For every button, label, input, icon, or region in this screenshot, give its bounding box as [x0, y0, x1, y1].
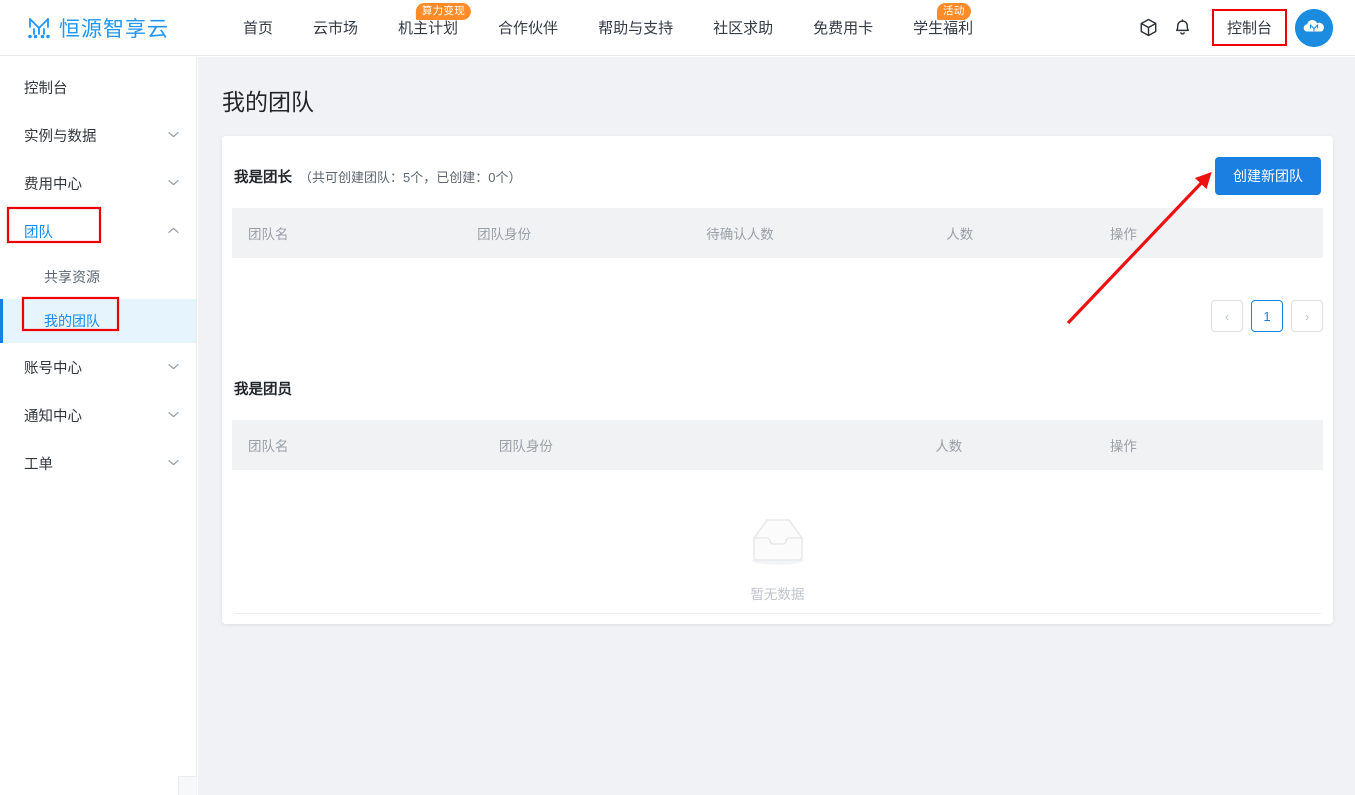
nav-item-host-plan[interactable]: 算力变现 机主计划: [378, 0, 478, 56]
nav-label: 云市场: [313, 20, 359, 37]
sidebar-item-account-center[interactable]: 账号中心: [0, 343, 196, 391]
page-title: 我的团队: [222, 89, 314, 115]
leader-section-header: 我是团长 （共可创建团队：5个，已创建：0个） 创建新团队: [232, 157, 1323, 195]
nav-label: 免费用卡: [813, 20, 874, 37]
leader-section-title: 我是团长: [234, 169, 292, 186]
nav-label: 帮助与支持: [598, 20, 674, 37]
member-section-header: 我是团员: [232, 370, 1323, 406]
main-navigation: 首页 云市场 算力变现 机主计划 合作伙伴 帮助与支持 社区求助 免费用卡 活动…: [223, 0, 993, 56]
sidebar-item-label: 团队: [24, 224, 53, 241]
sidebar-item-shared-resources[interactable]: 共享资源: [0, 255, 196, 299]
chevron-down-icon: [168, 130, 179, 141]
nav-item-help-support[interactable]: 帮助与支持: [578, 0, 693, 56]
sidebar-item-my-team[interactable]: 我的团队: [0, 299, 196, 343]
chevron-down-icon: [168, 178, 179, 189]
column-actions: 操作: [1093, 208, 1323, 258]
chevron-down-icon: [168, 410, 179, 421]
leader-team-table: 团队名 团队身份 待确认人数 人数 操作: [232, 208, 1323, 286]
create-team-button[interactable]: 创建新团队: [1215, 157, 1321, 195]
member-empty-cell: 暂无数据: [232, 470, 1323, 603]
cloud-avatar-icon: [1295, 8, 1333, 47]
cube-icon[interactable]: [1132, 11, 1166, 45]
sidebar-item-console[interactable]: 控制台: [0, 63, 196, 111]
avatar[interactable]: [1295, 8, 1333, 47]
nav-item-student-benefits[interactable]: 活动 学生福利: [893, 0, 993, 56]
main-content: 我的团队 我是团长 （共可创建团队：5个，已创建：0个） 创建新团队 团队名 团…: [198, 57, 1355, 795]
chevron-down-icon: [168, 458, 179, 469]
pagination-next-button[interactable]: ›: [1291, 300, 1323, 332]
table-empty-row: [232, 258, 1323, 286]
top-header: 恒源智享云 首页 云市场 算力变现 机主计划 合作伙伴 帮助与支持 社区求助 免…: [0, 0, 1355, 56]
sidebar-item-notification-center[interactable]: 通知中心: [0, 391, 196, 439]
nav-label: 学生福利: [913, 20, 974, 37]
sidebar-item-tickets[interactable]: 工单: [0, 439, 196, 487]
logo-mark-icon: [26, 15, 52, 41]
sidebar-item-label: 费用中心: [24, 176, 82, 193]
nav-item-partners[interactable]: 合作伙伴: [478, 0, 578, 56]
empty-box-icon: [744, 512, 812, 575]
nav-item-community-help[interactable]: 社区求助: [693, 0, 793, 56]
member-table-body: 暂无数据: [232, 470, 1323, 603]
column-team-role: 团队身份: [461, 208, 691, 258]
pagination-page-1[interactable]: 1: [1251, 300, 1283, 332]
sidebar-item-label: 共享资源: [44, 269, 100, 285]
column-team-name: 团队名: [232, 420, 483, 470]
sidebar-item-instances-data[interactable]: 实例与数据: [0, 111, 196, 159]
nav-item-cloud-market[interactable]: 云市场: [293, 0, 378, 56]
nav-badge-host-plan: 算力变现: [415, 2, 472, 20]
column-actions: 操作: [1093, 420, 1323, 470]
sidebar-item-label: 通知中心: [24, 408, 82, 425]
nav-label: 社区求助: [713, 20, 774, 37]
brand-name: 恒源智享云: [59, 17, 169, 41]
member-section-title: 我是团员: [234, 381, 292, 398]
chevron-up-icon: [168, 226, 179, 237]
column-member-count: 人数: [930, 208, 1094, 258]
sidebar-scroll-corner: [178, 776, 197, 795]
nav-item-home[interactable]: 首页: [223, 0, 293, 56]
table-header-row: 团队名 团队身份 人数 操作: [232, 420, 1323, 470]
sidebar-item-label: 工单: [24, 456, 53, 473]
table-empty-cell: [232, 258, 1323, 286]
column-team-name: 团队名: [232, 208, 462, 258]
leader-table-body: [232, 258, 1323, 286]
column-team-role: 团队身份: [482, 420, 920, 470]
leader-table-head: 团队名 团队身份 待确认人数 人数 操作: [232, 208, 1323, 258]
console-button[interactable]: 控制台: [1211, 9, 1288, 46]
sidebar-item-label: 控制台: [24, 80, 68, 97]
empty-state-text: 暂无数据: [750, 587, 805, 602]
empty-state: 暂无数据: [232, 470, 1323, 603]
leader-pagination: ‹ 1 ›: [232, 286, 1323, 332]
nav-label: 机主计划: [398, 20, 459, 37]
sidebar-item-billing-center[interactable]: 费用中心: [0, 159, 196, 207]
member-team-table: 团队名 团队身份 人数 操作 暂无数据: [232, 420, 1323, 603]
sidebar: 控制台 实例与数据 费用中心 团队 共享资源 我的团队 账号中心 通知中心 工单: [0, 57, 197, 795]
brand-logo[interactable]: 恒源智享云: [26, 13, 201, 43]
card-bottom-divider: [234, 613, 1321, 614]
nav-label: 首页: [243, 20, 274, 37]
sidebar-item-label: 我的团队: [44, 313, 100, 329]
chevron-down-icon: [168, 362, 179, 373]
team-card: 我是团长 （共可创建团队：5个，已创建：0个） 创建新团队 团队名 团队身份 待…: [222, 136, 1333, 624]
sidebar-item-team[interactable]: 团队: [0, 207, 196, 255]
sidebar-item-label: 实例与数据: [24, 128, 97, 145]
pagination-prev-button[interactable]: ‹: [1211, 300, 1243, 332]
column-member-count: 人数: [919, 420, 1094, 470]
column-pending-count: 待确认人数: [690, 208, 931, 258]
leader-section-note: （共可创建团队：5个，已创建：0个）: [299, 169, 522, 185]
nav-label: 合作伙伴: [498, 20, 559, 37]
sidebar-item-label: 账号中心: [24, 360, 82, 377]
nav-item-free-card[interactable]: 免费用卡: [793, 0, 893, 56]
nav-badge-student-benefits: 活动: [937, 2, 971, 20]
member-empty-row: 暂无数据: [232, 470, 1323, 603]
member-table-head: 团队名 团队身份 人数 操作: [232, 420, 1323, 470]
bell-icon[interactable]: [1166, 11, 1200, 45]
table-header-row: 团队名 团队身份 待确认人数 人数 操作: [232, 208, 1323, 258]
header-actions: 控制台: [1132, 0, 1333, 56]
